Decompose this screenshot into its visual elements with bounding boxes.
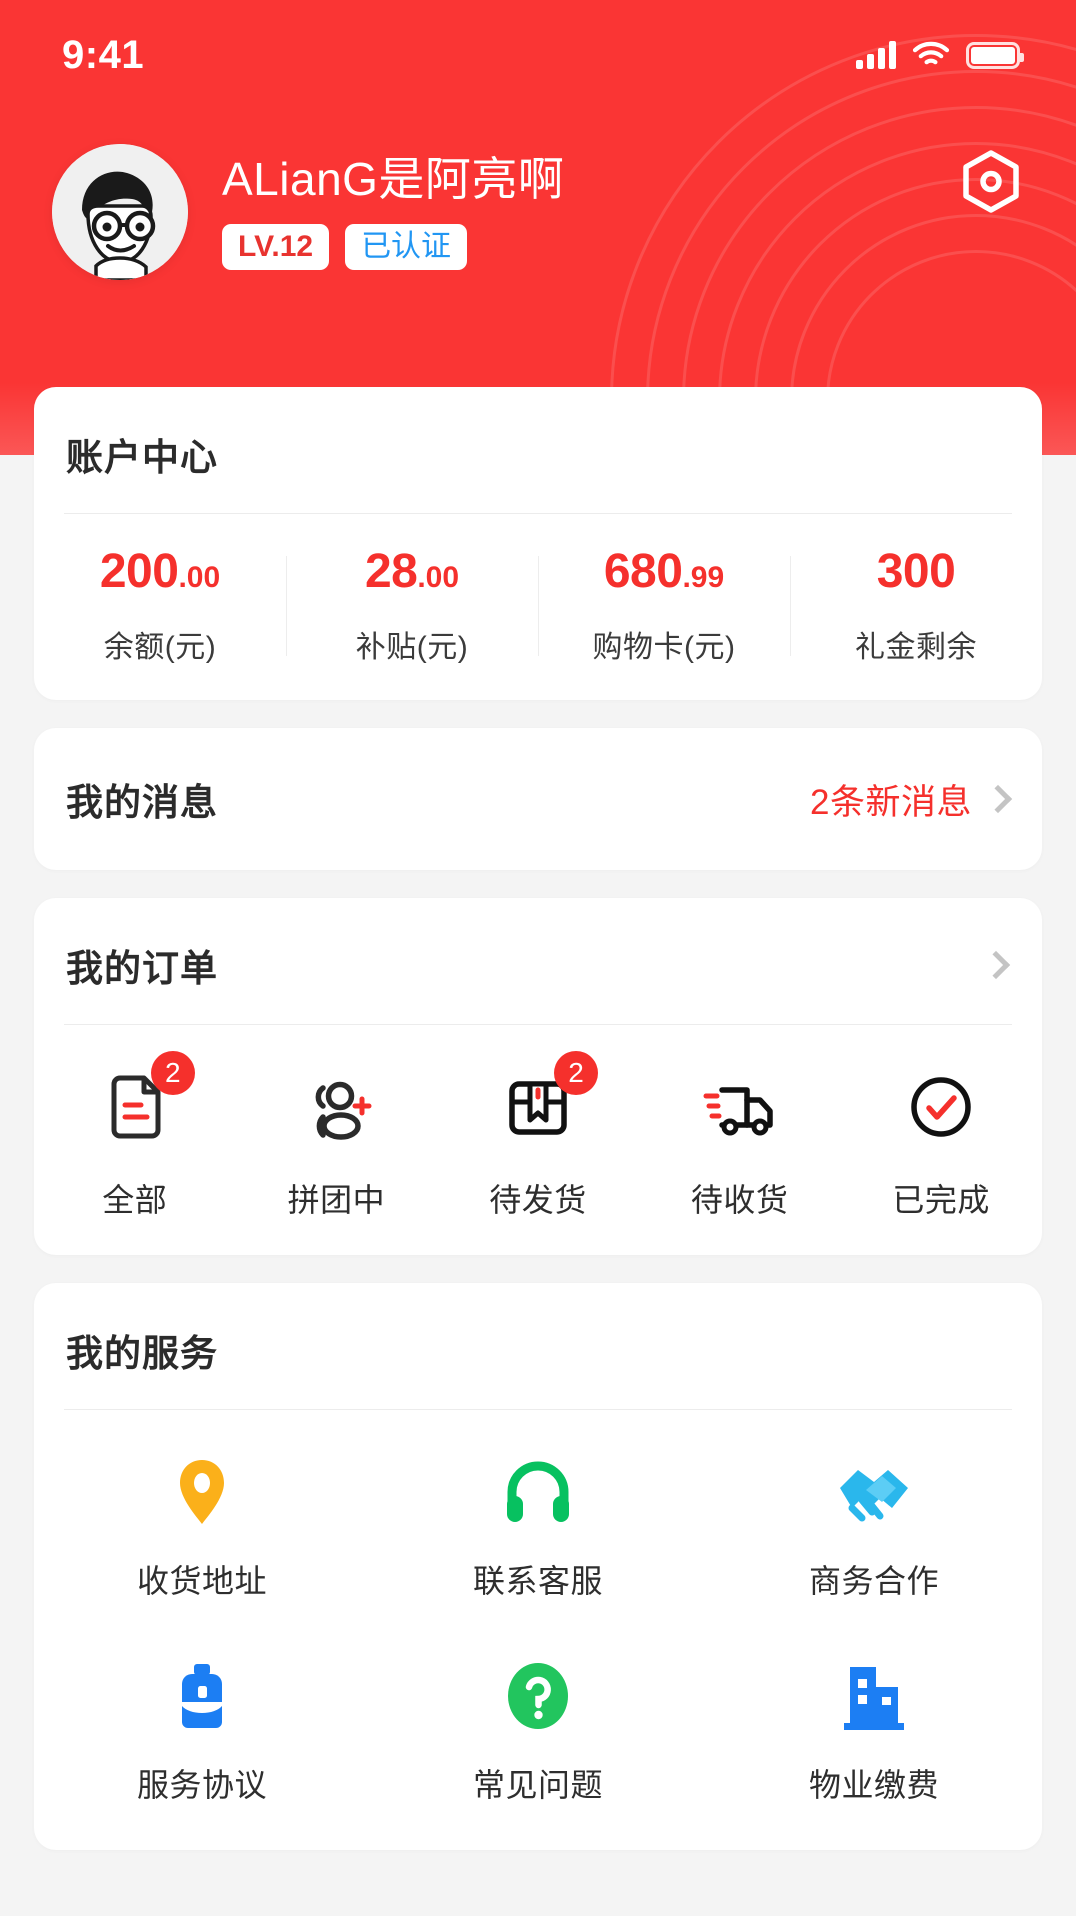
account-center-card: 账户中心 200.00 余额(元) 28.00 补贴(元) 680.99 购物卡… [34,387,1042,700]
orders-grid: 2 全部 拼团中 2 待发货 待收货 已完成 [34,1051,1042,1221]
status-bar: 9:41 [0,0,1076,110]
order-tab-completed[interactable]: 已完成 [840,1065,1042,1221]
service-item-customer-service[interactable]: 联系客服 [370,1454,706,1602]
stat-label: 礼金剩余 [855,631,977,664]
group-add-icon [315,1081,372,1140]
app-screen: 9:41 ALianG是阿亮啊 LV.12 已认证 账户中心 200.00 余额… [0,0,1076,1916]
battery-icon [966,41,1024,69]
location-pin-icon [180,1460,224,1524]
service-item-label: 物业缴费 [808,1767,939,1803]
order-badge-count: 2 [150,1051,195,1095]
stat-subsidy[interactable]: 28.00 补贴(元) [286,548,538,666]
briefcase-icon [182,1664,222,1728]
service-item-property-payment[interactable]: 物业缴费 [706,1658,1042,1806]
order-tab-all[interactable]: 2 全部 [34,1051,236,1221]
cellular-signal-icon [856,41,896,69]
stat-label: 补贴(元) [355,631,469,664]
order-badge-count: 2 [553,1051,598,1095]
new-message-count: 2条新消息 [810,782,972,822]
stat-label: 购物卡(元) [592,631,736,664]
stat-value-dec: .00 [178,561,221,594]
service-item-service-agreement[interactable]: 服务协议 [34,1658,370,1806]
account-center-title: 账户中心 [66,437,218,478]
wifi-icon [912,41,950,65]
service-item-address[interactable]: 收货地址 [34,1454,370,1602]
order-tab-label: 全部 [102,1182,168,1218]
delivery-truck-icon [703,1087,773,1136]
my-orders-title: 我的订单 [66,948,218,989]
stat-value-int: 200 [99,545,179,598]
service-item-label: 商务合作 [808,1563,939,1599]
service-item-faq[interactable]: 常见问题 [370,1658,706,1806]
service-item-label: 收货地址 [136,1563,267,1599]
my-services-card: 我的服务 收货地址 联系客服 商务合作 服务协议 常见问题 物业缴费 [34,1283,1042,1850]
order-tab-group-buy[interactable]: 拼团中 [236,1065,438,1221]
service-item-label: 服务协议 [136,1767,267,1803]
order-tab-to-ship[interactable]: 2 待发货 [437,1051,639,1221]
divider [64,513,1012,514]
my-services-title: 我的服务 [66,1333,218,1374]
chevron-right-icon [983,784,1013,814]
check-circle-icon [911,1077,971,1137]
chevron-right-icon[interactable] [981,950,1011,980]
order-tab-to-receive[interactable]: 待收货 [639,1065,841,1221]
order-tab-label: 待发货 [489,1182,587,1218]
service-item-business-cooperation[interactable]: 商务合作 [706,1454,1042,1602]
order-tab-label: 已完成 [892,1182,990,1218]
user-name: ALianG是阿亮啊 [222,152,565,205]
my-orders-card: 我的订单 2 全部 拼团中 2 待发货 待收货 已完成 [34,898,1042,1255]
stat-value-int: 28 [364,545,418,598]
account-stats: 200.00 余额(元) 28.00 补贴(元) 680.99 购物卡(元) 3… [34,548,1042,666]
stat-gift-remaining[interactable]: 300 礼金剩余 [790,548,1042,666]
services-grid: 收货地址 联系客服 商务合作 服务协议 常见问题 物业缴费 [34,1454,1042,1806]
order-tab-label: 待收货 [690,1182,789,1218]
my-messages-row[interactable]: 我的消息 2条新消息 [34,728,1042,870]
level-badge[interactable]: LV.12 [222,224,330,271]
divider [64,1409,1012,1410]
profile-block[interactable]: ALianG是阿亮啊 LV.12 已认证 [0,110,1076,280]
stat-balance[interactable]: 200.00 余额(元) [34,548,286,666]
stat-value-int: 680 [603,545,683,598]
stat-shopping-card[interactable]: 680.99 购物卡(元) [538,548,790,666]
service-item-label: 常见问题 [472,1767,603,1803]
status-bar-time: 9:41 [62,32,145,77]
stat-label: 余额(元) [103,631,217,664]
handshake-icon [840,1470,908,1522]
stat-value-int: 300 [876,545,956,598]
avatar[interactable] [52,144,188,280]
question-circle-icon [508,1663,568,1729]
building-icon [844,1667,904,1730]
stat-value-dec: .99 [682,561,725,594]
user-badges: LV.12 已认证 [222,224,564,271]
verified-badge[interactable]: 已认证 [345,224,468,271]
order-tab-label: 拼团中 [287,1182,386,1218]
settings-hexagon-icon[interactable] [956,148,1026,218]
stat-value-dec: .00 [417,561,460,594]
headphones-icon [507,1461,569,1522]
service-item-label: 联系客服 [472,1563,603,1599]
my-messages-title: 我的消息 [66,782,218,823]
divider [64,1024,1012,1025]
